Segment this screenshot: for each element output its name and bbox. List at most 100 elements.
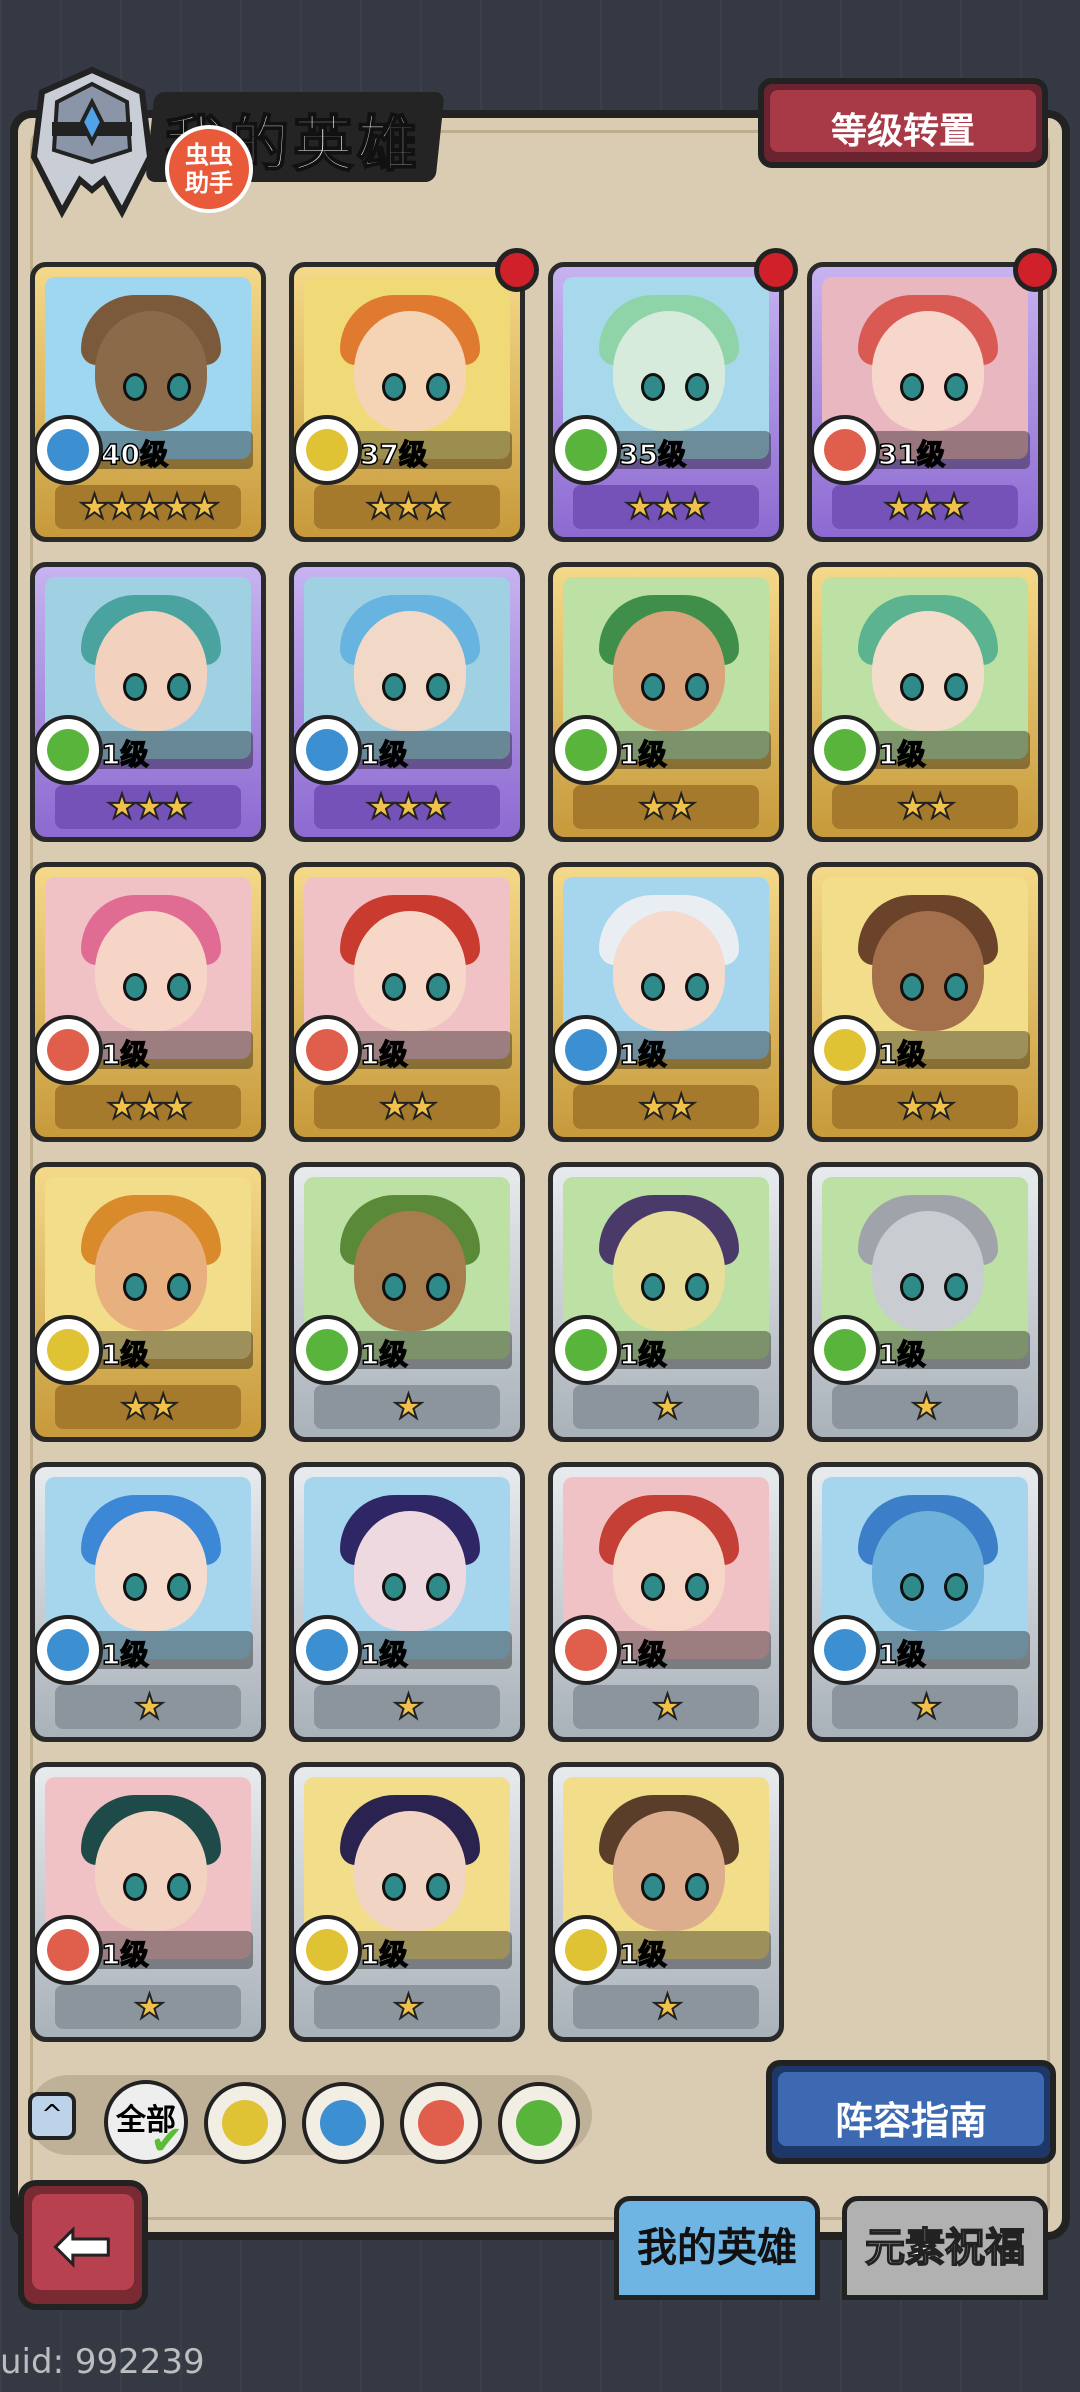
hero-stars: ★★★ xyxy=(624,486,711,528)
hero-stars: ★ xyxy=(133,1986,165,2028)
hero-level: 1级 xyxy=(359,1037,408,1072)
hero-level: 1级 xyxy=(100,1637,149,1672)
hero-card[interactable]: 1级 ★ xyxy=(807,1162,1043,1442)
hero-stars: ★★ xyxy=(638,786,698,828)
hero-card[interactable]: 1级 ★★ xyxy=(548,562,784,842)
filter-toggle-button[interactable]: ^ xyxy=(28,2092,76,2140)
hero-card[interactable]: 1级 ★ xyxy=(289,1762,525,2042)
wind-element-icon xyxy=(812,1315,880,1385)
hero-stars: ★★★★★ xyxy=(78,486,220,528)
hero-stars: ★ xyxy=(392,1986,424,2028)
tab-element-blessing[interactable]: 元素祝福 xyxy=(842,2196,1048,2300)
hero-level: 1级 xyxy=(877,1637,926,1672)
hero-card[interactable]: 40级 ★★★★★ xyxy=(30,262,266,542)
hero-level: 1级 xyxy=(618,1337,667,1372)
hero-level: 40级 xyxy=(100,437,168,472)
fire-element-icon xyxy=(553,1615,621,1685)
hero-card[interactable]: 1级 ★★★ xyxy=(30,862,266,1142)
hero-stars: ★ xyxy=(392,1686,424,1728)
wind-element-icon xyxy=(294,1315,362,1385)
hero-card[interactable]: 1级 ★★ xyxy=(289,862,525,1142)
badge-line2: 助手 xyxy=(185,169,233,197)
water-element-icon xyxy=(294,715,362,785)
hero-level: 35级 xyxy=(618,437,686,472)
hero-card[interactable]: 1级 ★ xyxy=(30,1462,266,1742)
fire-element-icon xyxy=(35,1915,103,1985)
water-element-icon xyxy=(812,1615,880,1685)
hero-card[interactable]: 37级 ★★★ xyxy=(289,262,525,542)
wind-element-icon xyxy=(516,2100,562,2146)
level-transfer-label: 等级转置 xyxy=(830,111,975,152)
hero-level: 1级 xyxy=(618,1637,667,1672)
hero-stars: ★★ xyxy=(379,1086,439,1128)
notification-dot xyxy=(754,248,798,292)
fire-element-icon xyxy=(35,1015,103,1085)
water-element-icon xyxy=(294,1615,362,1685)
hero-card[interactable]: 1级 ★★ xyxy=(30,1162,266,1442)
hero-card[interactable]: 1级 ★ xyxy=(289,1162,525,1442)
hero-stars: ★ xyxy=(910,1386,942,1428)
back-button[interactable]: ⬅ xyxy=(18,2180,148,2310)
hero-level: 1级 xyxy=(877,1337,926,1372)
wind-element-icon xyxy=(812,715,880,785)
hero-card[interactable]: 1级 ★★★ xyxy=(30,562,266,842)
hero-card[interactable]: 31级 ★★★ xyxy=(807,262,1043,542)
hero-level: 1级 xyxy=(359,1337,408,1372)
wind-element-icon xyxy=(553,1315,621,1385)
lineup-guide-button[interactable]: 阵容指南 xyxy=(766,2060,1056,2164)
earth-element-icon xyxy=(553,1915,621,1985)
hero-level: 1级 xyxy=(100,1337,149,1372)
hero-stars: ★ xyxy=(910,1686,942,1728)
hero-level: 1级 xyxy=(618,737,667,772)
hero-card[interactable]: 1级 ★ xyxy=(289,1462,525,1742)
hero-card[interactable]: 1级 ★★ xyxy=(807,862,1043,1142)
filter-earth-button[interactable] xyxy=(204,2082,286,2164)
check-icon: ✔ xyxy=(150,2118,184,2164)
earth-element-icon xyxy=(294,415,362,485)
fire-element-icon xyxy=(418,2100,464,2146)
hero-level: 1级 xyxy=(359,737,408,772)
earth-element-icon xyxy=(812,1015,880,1085)
water-element-icon xyxy=(553,1015,621,1085)
hero-card[interactable]: 1级 ★ xyxy=(548,1462,784,1742)
hero-card[interactable]: 1级 ★★ xyxy=(807,562,1043,842)
hero-card[interactable]: 1级 ★ xyxy=(807,1462,1043,1742)
hero-stars: ★ xyxy=(392,1386,424,1428)
wind-element-icon xyxy=(553,415,621,485)
hero-stars: ★★ xyxy=(897,1086,957,1128)
fire-element-icon xyxy=(812,415,880,485)
hero-stars: ★ xyxy=(651,1686,683,1728)
hero-stars: ★★★ xyxy=(106,1086,193,1128)
level-transfer-button[interactable]: 等级转置 xyxy=(758,78,1048,168)
filter-water-button[interactable] xyxy=(302,2082,384,2164)
earth-element-icon xyxy=(35,1315,103,1385)
tab-my-heroes[interactable]: 我的英雄 xyxy=(614,2196,820,2300)
lineup-guide-label: 阵容指南 xyxy=(834,2099,987,2143)
filter-fire-button[interactable] xyxy=(400,2082,482,2164)
water-element-icon xyxy=(35,415,103,485)
hero-card[interactable]: 35级 ★★★ xyxy=(548,262,784,542)
hero-card[interactable]: 1级 ★ xyxy=(548,1162,784,1442)
hero-level: 1级 xyxy=(359,1937,408,1972)
hero-card[interactable]: 1级 ★★ xyxy=(548,862,784,1142)
hero-card[interactable]: 1级 ★ xyxy=(30,1762,266,2042)
earth-element-icon xyxy=(294,1915,362,1985)
helmet-icon xyxy=(30,66,154,219)
notification-dot xyxy=(495,248,539,292)
uid-label: uid: 992239 xyxy=(0,2342,205,2382)
wind-element-icon xyxy=(553,715,621,785)
hero-stars: ★★★ xyxy=(365,786,452,828)
hero-card[interactable]: 1级 ★★★ xyxy=(289,562,525,842)
assistant-badge[interactable]: 虫虫 助手 xyxy=(165,125,253,213)
hero-level: 1级 xyxy=(359,1637,408,1672)
hero-stars: ★★ xyxy=(638,1086,698,1128)
badge-line1: 虫虫 xyxy=(185,141,233,169)
hero-card[interactable]: 1级 ★ xyxy=(548,1762,784,2042)
water-element-icon xyxy=(320,2100,366,2146)
hero-level: 1级 xyxy=(877,737,926,772)
hero-stars: ★★ xyxy=(897,786,957,828)
hero-stars: ★ xyxy=(133,1686,165,1728)
filter-wind-button[interactable] xyxy=(498,2082,580,2164)
hero-stars: ★★ xyxy=(120,1386,180,1428)
hero-stars: ★ xyxy=(651,1986,683,2028)
